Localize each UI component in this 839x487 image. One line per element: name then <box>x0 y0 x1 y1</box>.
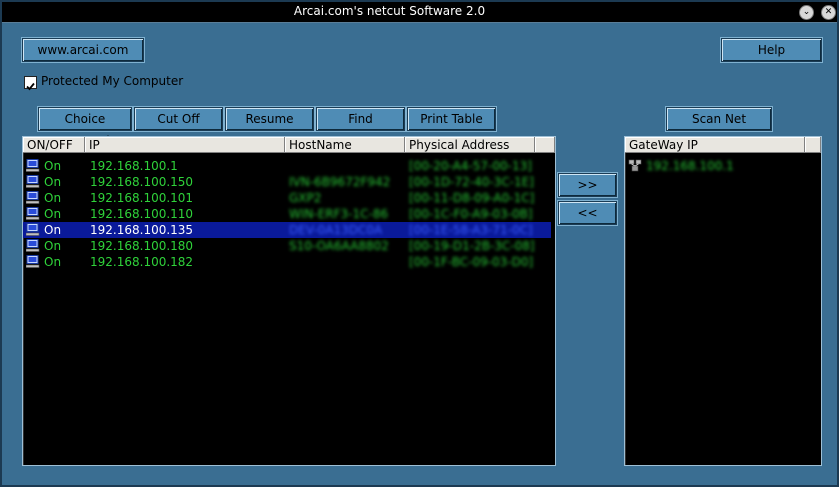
window-title: Arcai.com's netcut Software 2.0 <box>293 4 486 18</box>
table-row[interactable]: On 192.168.100.180 S10-OA6AA8802 [00-19-D1-… <box>23 238 551 254</box>
protect-label: Protected My Computer <box>41 74 184 88</box>
column-header-hostname[interactable]: HostName <box>285 137 405 153</box>
ip-cell: 192.168.100.182 <box>90 255 194 269</box>
hostname-cell: WIN-ERF3-1C-86 <box>289 207 389 221</box>
title-bar: Arcai.com's netcut Software 2.0 ⌄ ✕ <box>2 2 837 23</box>
mac-cell: [00-1F-BC-09-03-D0] <box>409 255 534 269</box>
status-cell: On <box>44 175 62 189</box>
hostname-cell: S10-OA6AA8802 <box>289 239 389 253</box>
status-cell: On <box>44 239 62 253</box>
table-row[interactable]: On 192.168.100.110 WIN-ERF3-1C-86 [00-1C-F0… <box>23 206 551 222</box>
table-row[interactable]: On 192.168.100.1 [00-20-A4-57-00-13] <box>23 158 551 174</box>
mac-cell: [00-20-A4-57-00-13] <box>409 159 532 173</box>
status-cell: On <box>44 255 62 269</box>
mac-cell: [00-11-D8-09-A0-1C] <box>409 191 535 205</box>
ip-cell: 192.168.100.1 <box>90 159 178 173</box>
mac-cell: [00-1C-F0-A9-03-0B] <box>409 207 533 221</box>
column-header-gateway[interactable]: GateWay IP <box>625 137 805 153</box>
checkmark-icon <box>26 82 35 91</box>
computer-icon <box>26 239 40 252</box>
remove-gateway-button[interactable]: << <box>558 201 617 225</box>
mac-cell: [00-1E-58-A3-71-0C] <box>409 223 533 237</box>
minimize-icon[interactable]: ⌄ <box>799 5 814 20</box>
scan-net-button[interactable]: Scan Net <box>666 107 772 131</box>
ip-cell: 192.168.100.135 <box>90 223 194 237</box>
computer-icon <box>26 159 40 172</box>
gateway-ip-cell: 192.168.100.1 <box>646 159 734 173</box>
ip-cell: 192.168.100.101 <box>90 191 194 205</box>
hostname-cell: DEV-0A13DC0A <box>289 223 383 237</box>
hostname-cell: IVN-6B9672F942 <box>289 175 391 189</box>
hostname-cell: GXP2 <box>289 191 322 205</box>
netcut-window: Arcai.com's netcut Software 2.0 ⌄ ✕ www.… <box>0 0 839 487</box>
host-list[interactable]: ON/OFF IP HostName Physical Address On 19… <box>22 136 556 466</box>
column-header-filler <box>535 137 555 153</box>
add-gateway-button[interactable]: >> <box>558 173 617 197</box>
column-header-filler <box>805 137 821 153</box>
website-button[interactable]: www.arcai.com <box>22 38 144 62</box>
computer-icon <box>26 175 40 188</box>
mac-cell: [00-19-D1-2B-3C-08] <box>409 239 535 253</box>
ip-cell: 192.168.100.180 <box>90 239 194 253</box>
computer-icon <box>26 223 40 236</box>
status-cell: On <box>44 207 62 221</box>
ip-cell: 192.168.100.110 <box>90 207 194 221</box>
gateway-list[interactable]: GateWay IP 192.168.100.1 <box>624 136 822 466</box>
network-gateway-icon <box>628 159 642 172</box>
protect-checkbox[interactable] <box>24 76 37 91</box>
status-cell: On <box>44 159 62 173</box>
status-cell: On <box>44 191 62 205</box>
print-table-button[interactable]: Print Table <box>407 107 496 131</box>
table-row[interactable]: On 192.168.100.135 DEV-0A13DC0A [00-1E-58-A… <box>23 222 551 238</box>
table-row[interactable]: On 192.168.100.182 [00-1F-BC-09-03-D0] <box>23 254 551 270</box>
column-header-mac[interactable]: Physical Address <box>405 137 535 153</box>
find-button[interactable]: Find <box>316 107 405 131</box>
column-header-status[interactable]: ON/OFF <box>23 137 85 153</box>
column-header-ip[interactable]: IP <box>85 137 285 153</box>
close-icon[interactable]: ✕ <box>821 5 836 20</box>
choice-netcard-button[interactable]: Choice NetCard <box>38 107 132 148</box>
computer-icon <box>26 207 40 220</box>
table-row[interactable]: On 192.168.100.101 GXP2 [00-11-D8-09-A0-1C] <box>23 190 551 206</box>
ip-cell: 192.168.100.150 <box>90 175 194 189</box>
computer-icon <box>26 191 40 204</box>
gateway-item[interactable]: 192.168.100.1 <box>625 158 805 174</box>
resume-button[interactable]: Resume <box>225 107 314 131</box>
cut-off-button[interactable]: Cut Off <box>134 107 223 131</box>
table-row[interactable]: On 192.168.100.150 IVN-6B9672F942 [00-1D-72… <box>23 174 551 190</box>
mac-cell: [00-1D-72-40-3C-1E] <box>409 175 534 189</box>
status-cell: On <box>44 223 62 237</box>
help-button[interactable]: Help <box>721 38 822 62</box>
computer-icon <box>26 255 40 268</box>
